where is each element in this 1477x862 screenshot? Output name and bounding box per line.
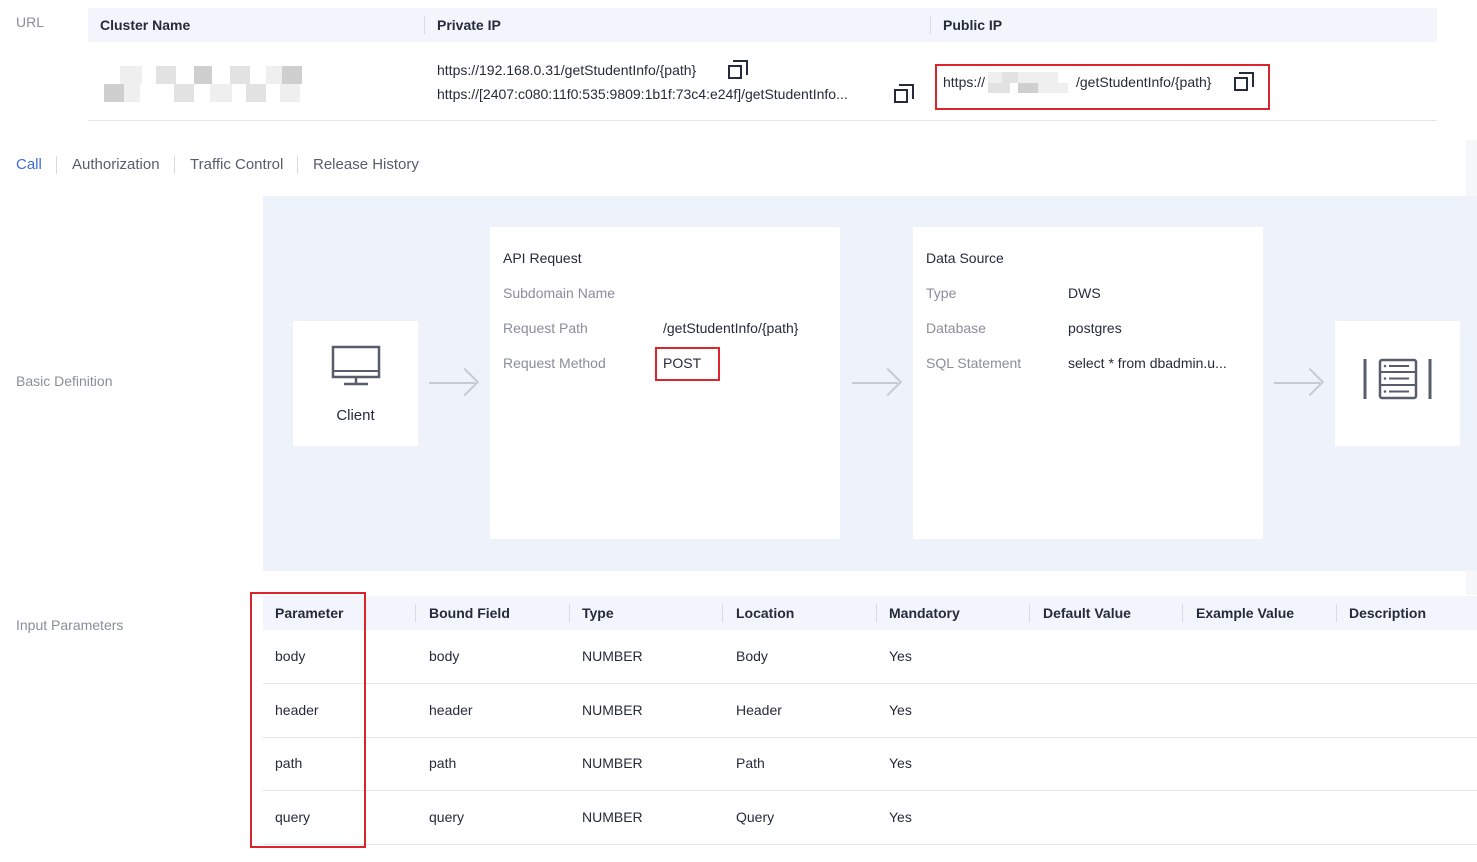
request-path-key: Request Path bbox=[503, 320, 588, 336]
tab-divider bbox=[56, 156, 57, 174]
tab-call[interactable]: Call bbox=[16, 156, 42, 173]
subdomain-name-key: Subdomain Name bbox=[503, 285, 616, 301]
private-ip-v6: https://[2407:c080:11f0:535:9809:1b1f:73… bbox=[437, 86, 848, 102]
header-divider bbox=[1029, 604, 1030, 622]
private-ip-v4: https://192.168.0.31/getStudentInfo/{pat… bbox=[437, 62, 697, 78]
type-cell: NUMBER bbox=[582, 702, 643, 718]
public-ip-highlight bbox=[935, 64, 1270, 110]
column-description: Description bbox=[1349, 605, 1427, 621]
tab-divider bbox=[174, 156, 175, 174]
data-source-card: Data Source Type DWS Database postgres S… bbox=[913, 227, 1263, 539]
type-cell: NUMBER bbox=[582, 755, 643, 771]
database-key: Database bbox=[926, 320, 986, 336]
copy-icon[interactable] bbox=[894, 84, 914, 104]
database-value: postgres bbox=[1068, 320, 1122, 336]
sql-statement-key: SQL Statement bbox=[926, 355, 1022, 371]
cluster-name-redacted bbox=[104, 64, 304, 104]
column-type: Type bbox=[582, 605, 614, 621]
bound-field-cell: query bbox=[429, 809, 465, 825]
tab-divider bbox=[297, 156, 298, 174]
arrow-right-icon bbox=[1274, 367, 1325, 398]
location-cell: Query bbox=[736, 809, 775, 825]
arrow-right-icon bbox=[429, 367, 480, 398]
mandatory-cell: Yes bbox=[889, 809, 912, 825]
backend-card bbox=[1335, 321, 1460, 446]
parameters-table-header: Parameter Bound Field Type Location Mand… bbox=[263, 596, 1477, 630]
table-row: body body NUMBER Body Yes bbox=[263, 630, 1477, 684]
type-key: Type bbox=[926, 285, 957, 301]
api-request-card: API Request Subdomain Name Request Path … bbox=[490, 227, 840, 539]
header-divider bbox=[930, 16, 931, 34]
mandatory-cell: Yes bbox=[889, 702, 912, 718]
column-bound-field: Bound Field bbox=[429, 605, 510, 621]
bound-field-cell: header bbox=[429, 702, 473, 718]
input-parameters-label: Input Parameters bbox=[16, 617, 124, 633]
location-cell: Body bbox=[736, 648, 768, 664]
sql-statement-value: select * from dbadmin.u... bbox=[1068, 355, 1227, 371]
data-source-title: Data Source bbox=[926, 250, 1004, 266]
location-cell: Path bbox=[736, 755, 765, 771]
table-row: path path NUMBER Path Yes bbox=[263, 737, 1477, 791]
copy-icon[interactable] bbox=[728, 60, 748, 80]
header-divider bbox=[722, 604, 723, 622]
type-cell: NUMBER bbox=[582, 809, 643, 825]
type-value: DWS bbox=[1068, 285, 1101, 301]
mandatory-cell: Yes bbox=[889, 755, 912, 771]
basic-definition-label: Basic Definition bbox=[16, 373, 113, 389]
header-divider bbox=[424, 16, 425, 34]
header-divider bbox=[1182, 604, 1183, 622]
url-section-label: URL bbox=[16, 14, 45, 30]
request-method-highlight bbox=[655, 347, 720, 381]
column-public-ip: Public IP bbox=[943, 17, 1003, 33]
header-divider bbox=[1336, 604, 1337, 622]
location-cell: Header bbox=[736, 702, 782, 718]
parameter-column-highlight bbox=[250, 592, 366, 848]
column-default-value: Default Value bbox=[1043, 605, 1131, 621]
tab-authorization[interactable]: Authorization bbox=[72, 156, 160, 173]
bound-field-cell: path bbox=[429, 755, 457, 771]
basic-definition-diagram: Client API Request Subdomain Name Reques… bbox=[263, 196, 1477, 571]
table-row: query query NUMBER Query Yes bbox=[263, 791, 1477, 845]
column-example-value: Example Value bbox=[1196, 605, 1295, 621]
request-path-value: /getStudentInfo/{path} bbox=[663, 320, 799, 336]
server-list-icon bbox=[1363, 358, 1432, 400]
mandatory-cell: Yes bbox=[889, 648, 912, 664]
monitor-icon bbox=[331, 345, 381, 386]
type-cell: NUMBER bbox=[582, 648, 643, 664]
client-label: Client bbox=[336, 407, 375, 424]
bound-field-cell: body bbox=[429, 648, 460, 664]
column-private-ip: Private IP bbox=[437, 17, 501, 33]
url-table-header: Cluster Name Private IP Public IP bbox=[88, 8, 1437, 42]
header-divider bbox=[415, 604, 416, 622]
client-card: Client bbox=[293, 321, 418, 446]
column-mandatory: Mandatory bbox=[889, 605, 960, 621]
tab-traffic-control[interactable]: Traffic Control bbox=[190, 156, 283, 173]
header-divider bbox=[569, 604, 570, 622]
column-location: Location bbox=[736, 605, 795, 621]
table-row: header header NUMBER Header Yes bbox=[263, 684, 1477, 738]
tab-release-history[interactable]: Release History bbox=[313, 156, 419, 173]
request-method-key: Request Method bbox=[503, 355, 606, 371]
divider bbox=[88, 120, 1437, 121]
column-cluster-name: Cluster Name bbox=[100, 17, 191, 33]
api-request-title: API Request bbox=[503, 250, 582, 266]
arrow-right-icon bbox=[852, 367, 903, 398]
header-divider bbox=[876, 604, 877, 622]
